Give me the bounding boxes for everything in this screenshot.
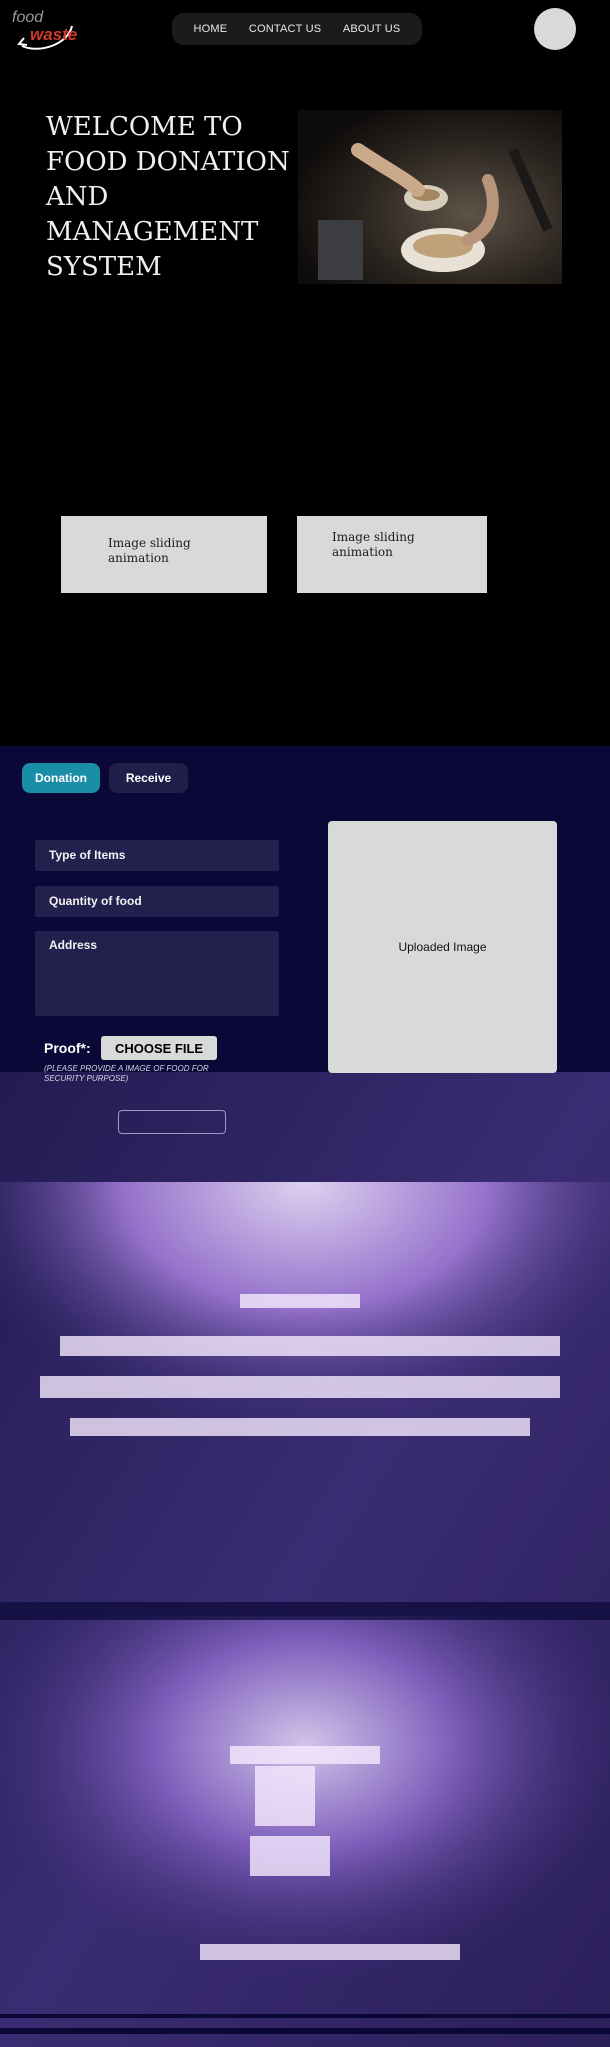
- user-avatar[interactable]: [534, 8, 576, 50]
- image-slide-2: Image sliding animation: [297, 516, 487, 593]
- logo-text-waste: waste: [30, 25, 78, 44]
- proof-note: (PLEASE PROVIDE A IMAGE OF FOOD FOR SECU…: [44, 1064, 209, 1083]
- slide-2-caption: Image sliding animation: [332, 530, 415, 559]
- hero-food-image: [298, 110, 562, 284]
- tab-receive[interactable]: Receive: [109, 763, 188, 793]
- logo-text-food: food: [12, 9, 44, 26]
- uploaded-image-preview: Uploaded Image: [328, 821, 557, 1073]
- type-of-items-placeholder: Type of Items: [49, 848, 126, 862]
- slide-1-caption: Image sliding animation: [108, 536, 191, 565]
- submit-button[interactable]: [118, 1110, 226, 1134]
- hero-title: WELCOME TO FOOD DONATION AND MANAGEMENT …: [46, 112, 290, 282]
- tab-donation[interactable]: Donation: [22, 763, 100, 793]
- uploaded-image-label: Uploaded Image: [398, 940, 487, 954]
- donation-section: Donation Receive Type of Items Quantity …: [0, 746, 610, 2047]
- address-placeholder: Address: [49, 938, 98, 952]
- image-slide-1: Image sliding animation: [61, 516, 267, 593]
- quantity-of-food-field[interactable]: Quantity of food: [35, 886, 279, 917]
- proof-label: Proof*:: [44, 1040, 91, 1056]
- address-field[interactable]: Address: [35, 931, 279, 1016]
- nav-contact-link[interactable]: CONTACT US: [249, 23, 322, 35]
- nav-home-link[interactable]: HOME: [194, 23, 228, 35]
- type-of-items-field[interactable]: Type of Items: [35, 840, 279, 871]
- quantity-of-food-placeholder: Quantity of food: [49, 894, 142, 908]
- main-nav: HOME CONTACT US ABOUT US: [172, 13, 422, 45]
- nav-about-link[interactable]: ABOUT US: [343, 23, 401, 35]
- choose-file-button[interactable]: CHOOSE FILE: [101, 1036, 217, 1060]
- brand-logo[interactable]: food waste: [10, 8, 80, 52]
